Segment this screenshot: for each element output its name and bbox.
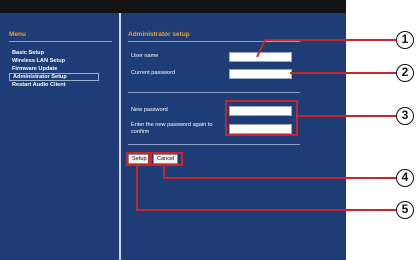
leader-line-4 [163,166,396,179]
leader-line-5 [136,166,396,211]
callout-4: 4 [396,169,414,187]
leader-line-1 [256,39,396,58]
callout-leaders [136,39,396,211]
callout-2: 2 [396,64,414,82]
callout-3: 3 [396,107,414,125]
callout-1: 1 [396,31,414,49]
callout-5: 5 [396,201,414,219]
